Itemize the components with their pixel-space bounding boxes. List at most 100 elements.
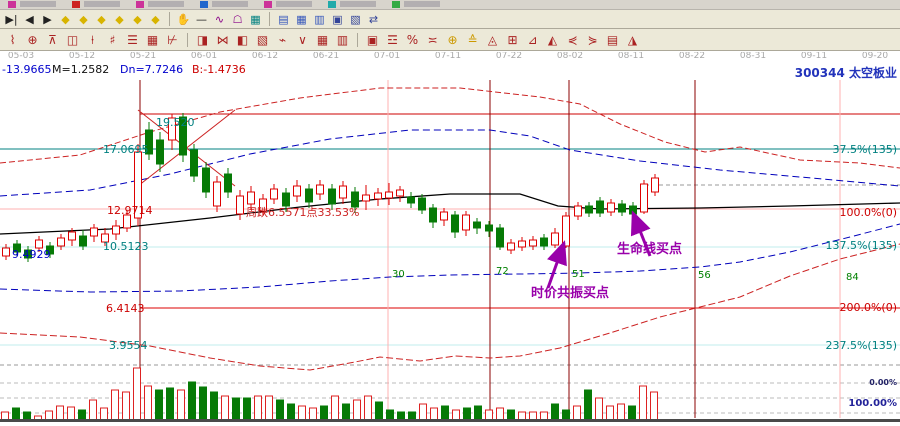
zoom-icon[interactable]: ◆	[93, 11, 110, 27]
volume-bar	[596, 398, 603, 420]
volume-bar	[244, 398, 251, 420]
menu-item[interactable]	[264, 0, 312, 9]
table-icon[interactable]: ▦	[293, 11, 310, 27]
calendar-icon[interactable]: ▤	[275, 11, 292, 27]
hand-tool-icon[interactable]: ✋	[175, 11, 192, 27]
panel-draw-icon[interactable]: ▥	[333, 31, 352, 49]
percent-icon[interactable]: %	[403, 31, 422, 49]
candle-body	[474, 222, 481, 228]
indicator-value: -13.9665	[2, 63, 51, 76]
pattern-tool-icon[interactable]: ☖	[229, 11, 246, 27]
box-tool-icon[interactable]: ◫	[63, 31, 82, 49]
prev-bar-icon[interactable]: ◀	[21, 11, 38, 27]
volume-bar	[90, 400, 97, 420]
x-axis-date-label: 07-01	[374, 52, 400, 61]
indicator-value: B:-1.4736	[192, 63, 246, 76]
rect-draw-icon[interactable]: ◨	[193, 31, 212, 49]
first-bar-icon[interactable]: ▶|	[3, 11, 20, 27]
zoom-icon[interactable]: ◆	[129, 11, 146, 27]
menu-icon	[200, 1, 208, 8]
candle-body	[225, 174, 232, 192]
retrace-icon[interactable]: ☲	[383, 31, 402, 49]
price-level-label: 9.4929	[12, 248, 51, 261]
chart-area[interactable]: 05-0305-1205-2106-0106-1206-2107-0107-11…	[0, 52, 900, 422]
menu-label	[84, 1, 120, 7]
wedge-icon[interactable]: ◮	[623, 31, 642, 49]
gold-circle-icon[interactable]: ⊕	[443, 31, 462, 49]
menu-item[interactable]	[8, 0, 56, 9]
panel-draw-icon[interactable]: ▦	[313, 31, 332, 49]
draw-tool-icon[interactable]: ⌇	[3, 31, 22, 49]
menu-item[interactable]	[200, 0, 248, 9]
wave-draw-icon[interactable]: ⌁	[273, 31, 292, 49]
angle-icon[interactable]: ⊿	[523, 31, 542, 49]
menu-icon	[8, 1, 16, 8]
levels-icon[interactable]: ≍	[423, 31, 442, 49]
triangle-icon[interactable]: ◬	[483, 31, 502, 49]
grid-tool-icon[interactable]: ♯	[103, 31, 122, 49]
gold-ratio-icon[interactable]: ≙	[463, 31, 482, 49]
candle-body	[294, 186, 301, 196]
candle-body	[214, 182, 221, 206]
zoom-icon[interactable]: ◆	[57, 11, 74, 27]
volume-bar	[222, 396, 229, 420]
grid-view-icon[interactable]: ▦	[247, 11, 264, 27]
menu-item[interactable]	[136, 0, 184, 9]
candle-body	[271, 189, 278, 199]
compass-tool-icon[interactable]: ⊕	[23, 31, 42, 49]
candle-body	[203, 168, 210, 192]
volume-bar	[178, 390, 185, 420]
candle-body	[113, 226, 120, 234]
cycle-icon[interactable]: ◭	[543, 31, 562, 49]
band-icon[interactable]: ▤	[603, 31, 622, 49]
channel-tool-icon[interactable]: ▦	[143, 31, 162, 49]
volume-bar	[486, 410, 493, 420]
volume-bar	[519, 412, 526, 420]
list-icon[interactable]: ▥	[311, 11, 328, 27]
cross-draw-icon[interactable]: ⋈	[213, 31, 232, 49]
line-tool-icon[interactable]: —	[193, 11, 210, 27]
candle-body	[497, 228, 504, 247]
flag-draw-icon[interactable]: ◧	[233, 31, 252, 49]
next-bar-icon[interactable]: ▶	[39, 11, 56, 27]
x-axis-date-label: 08-22	[679, 52, 705, 61]
menu-bar	[0, 0, 900, 10]
vee-draw-icon[interactable]: ∨	[293, 31, 312, 49]
export-icon[interactable]: ⇄	[365, 11, 382, 27]
arc-left-icon[interactable]: ⋞	[563, 31, 582, 49]
candle-body	[317, 185, 324, 194]
indicator-value: M=1.2582	[52, 63, 109, 76]
x-axis-date-label: 05-03	[8, 52, 34, 61]
volume-bar	[442, 406, 449, 420]
candle-body	[597, 201, 604, 213]
menu-item[interactable]	[72, 0, 120, 9]
lines-tool-icon[interactable]: ☰	[123, 31, 142, 49]
save-as-icon[interactable]: ▧	[347, 11, 364, 27]
toolbar-separator	[269, 12, 270, 26]
candle-body	[408, 197, 415, 203]
save-icon[interactable]: ▣	[329, 11, 346, 27]
gann-box-icon[interactable]: ▣	[363, 31, 382, 49]
ruler-tool-icon[interactable]: ⍿	[83, 31, 102, 49]
square-icon[interactable]: ⊞	[503, 31, 522, 49]
candle-body	[69, 232, 76, 240]
volume-bar	[123, 392, 130, 420]
fan-tool-icon[interactable]: ⊼	[43, 31, 62, 49]
pitchfork-tool-icon[interactable]: ⊬	[163, 31, 182, 49]
menu-item[interactable]	[392, 0, 440, 9]
shade-draw-icon[interactable]: ▧	[253, 31, 272, 49]
volume-bar	[332, 396, 339, 420]
zoom-icon[interactable]: ◆	[75, 11, 92, 27]
arc-right-icon[interactable]: ⋟	[583, 31, 602, 49]
zoom-icon[interactable]: ◆	[111, 11, 128, 27]
candle-body	[441, 212, 448, 220]
candle-body	[608, 203, 615, 212]
candle-body	[248, 192, 255, 204]
zoom-icon[interactable]: ◆	[147, 11, 164, 27]
volume-bar	[629, 406, 636, 420]
candle-body	[340, 186, 347, 198]
volume-bar	[189, 382, 196, 420]
menu-item[interactable]	[328, 0, 376, 9]
zigzag-tool-icon[interactable]: ∿	[211, 11, 228, 27]
volume-bar	[409, 412, 416, 420]
